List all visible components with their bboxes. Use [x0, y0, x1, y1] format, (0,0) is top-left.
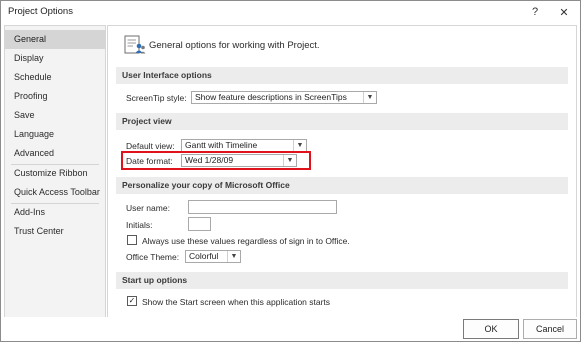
office-theme-dropdown[interactable]: Colorful ▼ — [185, 250, 241, 263]
date-format-label: Date format: — [126, 156, 173, 166]
title-bar: Project Options ? ✕ — [1, 1, 580, 23]
show-start-screen-label: Show the Start screen when this applicat… — [142, 297, 331, 307]
date-format-dropdown[interactable]: Wed 1/28/09 ▼ — [181, 154, 297, 167]
office-theme-label: Office Theme: — [126, 252, 180, 262]
screentip-style-label: ScreenTip style: — [126, 93, 187, 103]
show-start-screen-checkbox[interactable]: ✓ — [127, 296, 137, 306]
dialog-footer: OK Cancel — [1, 317, 580, 341]
user-name-value — [189, 201, 192, 211]
screentip-style-dropdown[interactable]: Show feature descriptions in ScreenTips … — [191, 91, 377, 104]
general-options-pane: General options for working with Project… — [107, 25, 577, 319]
initials-field[interactable] — [188, 217, 211, 231]
section-header-personalize: Personalize your copy of Microsoft Offic… — [116, 177, 568, 194]
date-format-value: Wed 1/28/09 — [185, 155, 234, 165]
sidebar-item-trust-center[interactable]: Trust Center — [5, 222, 105, 241]
initials-label: Initials: — [126, 220, 153, 230]
sidebar-item-proofing[interactable]: Proofing — [5, 87, 105, 106]
always-use-values-checkbox[interactable] — [127, 235, 137, 245]
sidebar-item-save[interactable]: Save — [5, 106, 105, 125]
ok-button[interactable]: OK — [463, 319, 519, 339]
sidebar-item-general[interactable]: General — [5, 30, 105, 49]
chevron-down-icon: ▼ — [293, 140, 306, 151]
office-theme-value: Colorful — [189, 251, 219, 261]
settings-people-icon — [124, 35, 146, 55]
project-options-dialog: Project Options ? ✕ General Display Sche… — [0, 0, 581, 342]
window-title: Project Options — [8, 6, 73, 17]
sidebar-item-advanced[interactable]: Advanced — [5, 144, 105, 163]
sidebar-item-quick-access-toolbar[interactable]: Quick Access Toolbar — [5, 183, 105, 202]
always-use-values-label: Always use these values regardless of si… — [142, 236, 350, 246]
default-view-value: Gantt with Timeline — [185, 140, 258, 150]
sidebar-item-schedule[interactable]: Schedule — [5, 68, 105, 87]
sidebar-item-customize-ribbon[interactable]: Customize Ribbon — [5, 164, 105, 183]
screentip-style-value: Show feature descriptions in ScreenTips — [195, 92, 347, 102]
default-view-label: Default view: — [126, 141, 175, 151]
close-button[interactable]: ✕ — [551, 2, 577, 22]
chevron-down-icon: ▼ — [283, 155, 296, 166]
section-header-project-view: Project view — [116, 113, 568, 130]
page-heading: General options for working with Project… — [149, 40, 320, 51]
section-header-startup: Start up options — [116, 272, 568, 289]
cancel-button[interactable]: Cancel — [523, 319, 577, 339]
sidebar-item-add-ins[interactable]: Add-Ins — [5, 203, 105, 222]
user-name-label: User name: — [126, 203, 170, 213]
sidebar: General Display Schedule Proofing Save L… — [4, 25, 106, 319]
chevron-down-icon: ▼ — [363, 92, 376, 103]
chevron-down-icon: ▼ — [227, 251, 240, 262]
sidebar-item-display[interactable]: Display — [5, 49, 105, 68]
user-name-field[interactable] — [188, 200, 337, 214]
help-button[interactable]: ? — [522, 2, 548, 22]
sidebar-item-language[interactable]: Language — [5, 125, 105, 144]
initials-value — [189, 218, 192, 228]
section-header-user-interface: User Interface options — [116, 67, 568, 84]
